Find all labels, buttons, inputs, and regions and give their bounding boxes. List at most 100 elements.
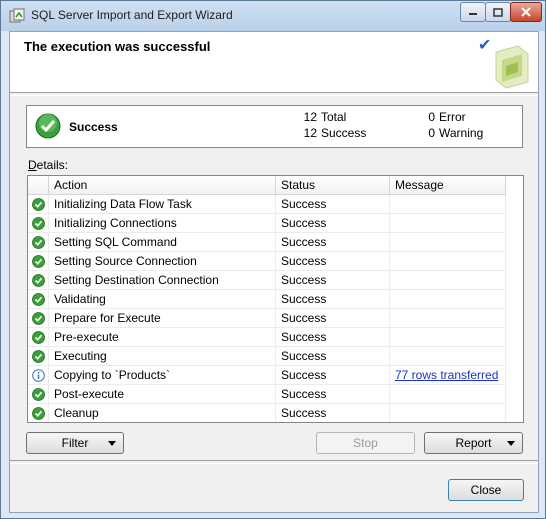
row-message xyxy=(390,290,506,309)
info-icon xyxy=(32,369,45,382)
table-row[interactable]: Cleanup Success xyxy=(28,404,506,422)
column-header-status[interactable]: Status xyxy=(276,176,390,194)
row-message: 77 rows transferred xyxy=(390,366,506,385)
row-action: Initializing Data Flow Task xyxy=(49,195,276,214)
header-divider xyxy=(10,92,538,96)
close-window-button[interactable] xyxy=(510,2,542,22)
row-action: Prepare for Execute xyxy=(49,309,276,328)
row-status: Success xyxy=(276,347,390,366)
table-row[interactable]: Prepare for Execute Success xyxy=(28,309,506,328)
column-header-action[interactable]: Action xyxy=(49,176,276,194)
row-status: Success xyxy=(276,328,390,347)
row-message xyxy=(390,309,506,328)
row-status-icon-cell xyxy=(28,271,49,290)
table-row[interactable]: Setting Source Connection Success xyxy=(28,252,506,271)
grid-header: Action Status Message xyxy=(28,176,506,195)
table-row[interactable]: Setting SQL Command Success xyxy=(28,233,506,252)
row-status: Success xyxy=(276,195,390,214)
row-status-icon-cell xyxy=(28,347,49,366)
success-label: Success xyxy=(321,126,367,140)
success-icon xyxy=(32,331,45,344)
stop-button[interactable]: Stop xyxy=(316,432,415,454)
row-status-icon-cell xyxy=(28,366,49,385)
table-row[interactable]: Post-execute Success xyxy=(28,385,506,404)
wizard-art-icon xyxy=(495,45,529,89)
dropdown-arrow-icon xyxy=(507,441,515,446)
row-message xyxy=(390,404,506,422)
table-row[interactable]: Executing Success xyxy=(28,347,506,366)
total-label: Total xyxy=(321,110,347,124)
row-message xyxy=(390,195,506,214)
row-status-icon-cell xyxy=(28,233,49,252)
table-row[interactable]: Copying to `Products` Success 77 rows tran… xyxy=(28,366,506,385)
row-action: Validating xyxy=(49,290,276,309)
row-message xyxy=(390,328,506,347)
summary-status: Success xyxy=(69,120,118,134)
row-message xyxy=(390,347,506,366)
table-row[interactable]: Initializing Data Flow Task Success xyxy=(28,195,506,214)
table-row[interactable]: Validating Success xyxy=(28,290,506,309)
column-header-icon[interactable] xyxy=(28,176,49,194)
close-button[interactable]: Close xyxy=(448,479,524,501)
success-icon xyxy=(32,407,45,420)
total-count: 12 xyxy=(303,110,317,124)
maximize-icon xyxy=(493,7,503,17)
column-header-message[interactable]: Message xyxy=(390,176,506,194)
row-action: Setting Destination Connection xyxy=(49,271,276,290)
row-status: Success xyxy=(276,233,390,252)
details-grid[interactable]: Action Status Message Initializing Data … xyxy=(27,175,524,423)
row-status: Success xyxy=(276,309,390,328)
error-label: Error xyxy=(439,110,466,124)
warning-count: 0 xyxy=(428,126,435,140)
row-message xyxy=(390,233,506,252)
row-action: Copying to `Products` xyxy=(49,366,276,385)
row-status: Success xyxy=(276,385,390,404)
minimize-button[interactable] xyxy=(460,2,486,22)
maximize-button[interactable] xyxy=(485,2,511,22)
success-icon xyxy=(32,217,45,230)
app-icon xyxy=(9,8,25,23)
row-action: Executing xyxy=(49,347,276,366)
row-status: Success xyxy=(276,366,390,385)
row-status-icon-cell xyxy=(28,404,49,422)
page-title: The execution was successful xyxy=(24,39,211,54)
success-icon xyxy=(32,312,45,325)
row-action: Post-execute xyxy=(49,385,276,404)
summary-panel: Success 12 Total 12 Success 0 Error 0 Wa… xyxy=(26,105,523,148)
row-status: Success xyxy=(276,290,390,309)
message-link[interactable]: 77 rows transferred xyxy=(395,368,498,382)
window-title: SQL Server Import and Export Wizard xyxy=(31,8,233,22)
success-icon xyxy=(32,255,45,268)
row-action: Setting SQL Command xyxy=(49,233,276,252)
row-status: Success xyxy=(276,214,390,233)
row-action: Setting Source Connection xyxy=(49,252,276,271)
row-status-icon-cell xyxy=(28,309,49,328)
table-row[interactable]: Setting Destination Connection Success xyxy=(28,271,506,290)
wizard-body: The execution was successful ✔ Success 1… xyxy=(9,31,539,513)
table-row[interactable]: Pre-execute Success xyxy=(28,328,506,347)
report-button[interactable]: Report xyxy=(424,432,523,454)
row-status-icon-cell xyxy=(28,328,49,347)
row-message xyxy=(390,271,506,290)
success-count: 12 xyxy=(303,126,317,140)
row-message xyxy=(390,252,506,271)
success-icon xyxy=(35,113,61,139)
dropdown-arrow-icon xyxy=(108,441,116,446)
row-status: Success xyxy=(276,252,390,271)
row-status-icon-cell xyxy=(28,385,49,404)
table-row[interactable]: Initializing Connections Success xyxy=(28,214,506,233)
row-status: Success xyxy=(276,271,390,290)
row-message xyxy=(390,385,506,404)
page-header: The execution was successful ✔ xyxy=(10,32,538,92)
row-action: Pre-execute xyxy=(49,328,276,347)
title-bar[interactable]: SQL Server Import and Export Wizard xyxy=(1,1,545,31)
details-label: Details: xyxy=(28,158,69,172)
row-status: Success xyxy=(276,404,390,422)
success-icon xyxy=(32,388,45,401)
row-action: Initializing Connections xyxy=(49,214,276,233)
row-status-icon-cell xyxy=(28,290,49,309)
row-action: Cleanup xyxy=(49,404,276,422)
row-status-icon-cell xyxy=(28,252,49,271)
filter-button[interactable]: Filter xyxy=(26,432,124,454)
close-icon xyxy=(521,7,531,17)
